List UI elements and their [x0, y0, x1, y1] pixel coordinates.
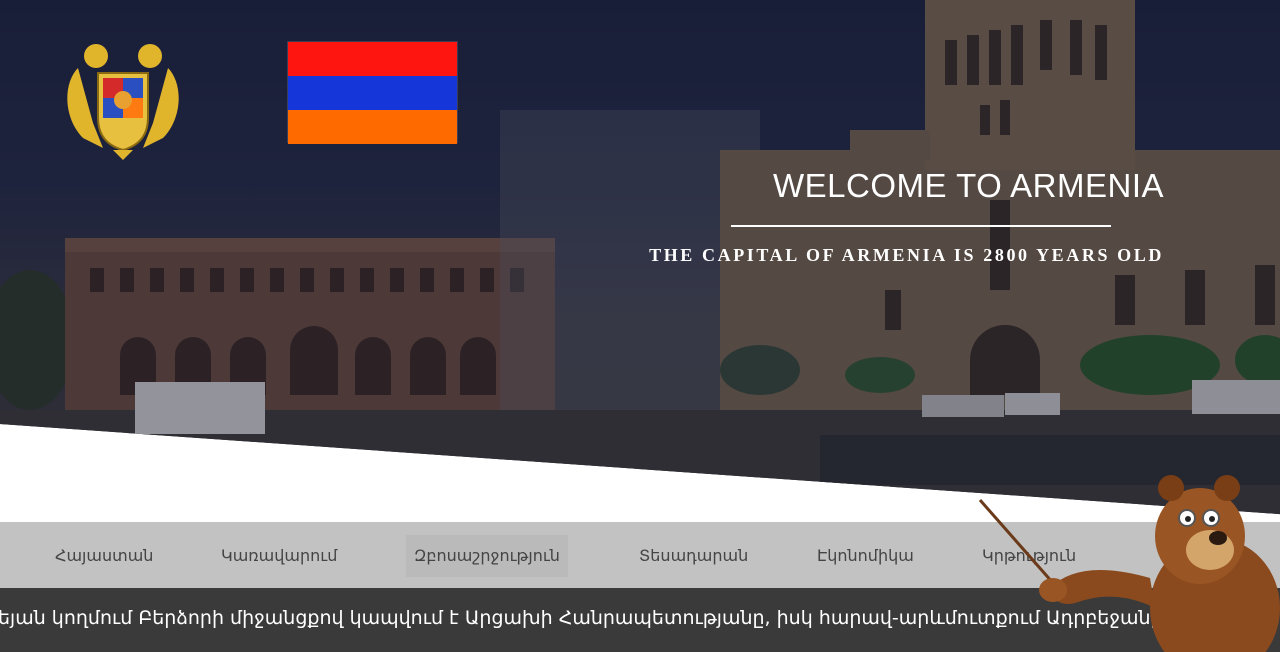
hero-title: WELCOME TO ARMENIA [772, 167, 1164, 204]
nav-item-economy[interactable]: Էկոնոմիկա [809, 535, 922, 577]
armenian-flag [287, 41, 458, 144]
hero-divider [731, 225, 1111, 227]
nav-item-government[interactable]: Կառավարում [213, 535, 345, 577]
nav-item-tourism[interactable]: Զբոսաշրջություն [406, 535, 568, 577]
flag-orange-stripe [288, 110, 457, 144]
hero-subtitle: THE CAPITAL OF ARMENIA IS 2800 YEARS OLD [649, 245, 1164, 265]
coat-of-arms-icon [67, 44, 179, 160]
flag-blue-stripe [288, 76, 457, 110]
flag-red-stripe [288, 42, 457, 76]
nav-item-armenia[interactable]: Հայաստան [47, 535, 161, 577]
nav-item-video-gallery[interactable]: Տեսադարան [631, 535, 756, 577]
bear-mascot-icon [978, 475, 1280, 652]
hero-banner: WELCOME TO ARMENIA THE CAPITAL OF ARMENI… [0, 0, 1280, 515]
